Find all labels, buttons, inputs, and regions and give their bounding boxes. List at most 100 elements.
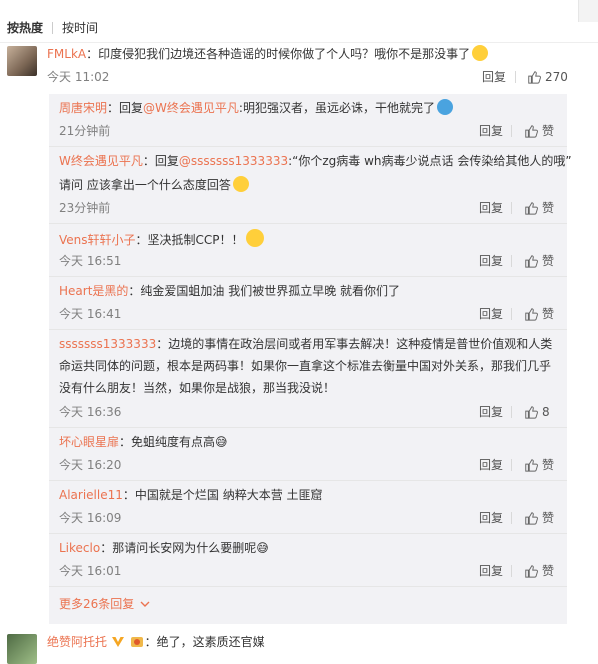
reply-button[interactable]: 回复 <box>482 69 506 85</box>
action-separator <box>515 71 516 83</box>
reply-button[interactable]: 回复 <box>479 253 503 269</box>
more-replies-label: 更多26条回复 <box>59 597 135 611</box>
sub-replies-panel: 周唐宋明：回复@W终会遇见平凡:明犯强汉者，虽远必诛，干他就完了 21分钟前 W… <box>49 94 572 624</box>
thumbs-up-icon <box>525 406 538 419</box>
sub-comment-text-line: Likeclo：那请问长安网为什么要删呢😅 <box>59 539 269 557</box>
sub-comment-text: 没有什么朋友！当然，如果你是战狼，那当我没说！ <box>59 381 336 395</box>
sub-comment-text-line: 周唐宋明：回复@W终会遇见平凡:明犯强汉者，虽远必诛，干他就完了 <box>59 99 453 117</box>
like-button[interactable]: 赞 <box>524 457 554 473</box>
action-separator <box>511 308 512 320</box>
sub-comment-time: 今天 16:51 <box>59 254 122 268</box>
like-label: 赞 <box>542 511 555 525</box>
divider <box>49 329 567 330</box>
comment-text: ：绝了，这素质还官媒 <box>144 635 265 649</box>
verified-v-icon <box>111 637 124 647</box>
thumbs-up-icon <box>525 308 538 321</box>
sub-comment-time: 今天 16:20 <box>59 458 122 472</box>
sub-comment-text: ：坚决抵制CCP！！ <box>135 233 244 247</box>
sub-comment-time: 23分钟前 <box>59 201 111 215</box>
avatar[interactable] <box>7 46 37 76</box>
like-count: 8 <box>542 405 550 419</box>
smile-emoji-icon <box>245 229 264 247</box>
sub-comment-text-line: 命运共同体的问题，根本是两码事！如果你一直拿这个标准去衡量中国对外关系，那我们几… <box>59 357 551 375</box>
thumbs-up-icon <box>525 255 538 268</box>
mention-link[interactable]: @sssssss1333333 <box>179 154 288 168</box>
like-label: 赞 <box>542 254 555 268</box>
reply-button[interactable]: 回复 <box>479 306 503 322</box>
sub-comment-text-line: 请问 应该拿出一个什么态度回答 <box>59 176 249 194</box>
action-separator <box>511 255 512 267</box>
sub-comment-username[interactable]: 坏心眼星扉 <box>59 435 119 449</box>
sub-comment-username[interactable]: Vens轩轩小子 <box>59 233 136 247</box>
action-separator <box>511 406 512 418</box>
comment-text-line: 绝赞阿托托 ：绝了，这素质还官媒 <box>47 633 265 651</box>
like-button[interactable]: 赞 <box>524 200 554 216</box>
thumbs-up-icon <box>525 125 538 138</box>
sub-comment-text-line: 没有什么朋友！当然，如果你是战狼，那当我没说！ <box>59 379 335 397</box>
reply-button[interactable]: 回复 <box>479 457 503 473</box>
thumbs-up-icon <box>525 459 538 472</box>
sub-comment-time: 今天 16:01 <box>59 564 122 578</box>
reply-prefix: ：回复 <box>107 101 144 115</box>
tab-by-hot[interactable]: 按热度 <box>7 20 43 36</box>
scrollbar[interactable] <box>578 0 598 22</box>
reply-button[interactable]: 回复 <box>479 123 503 139</box>
action-separator <box>511 512 512 524</box>
comment-text: ：印度侵犯我们边境还各种造谣的时候你做了个人吗？哦你不是那没事了 <box>86 47 471 61</box>
like-label: 赞 <box>542 564 555 578</box>
sub-comment-username[interactable]: W终会遇见平凡 <box>59 154 143 168</box>
thumbs-up-icon <box>525 512 538 525</box>
comment-username[interactable]: 绝赞阿托托 <box>47 635 107 649</box>
action-separator <box>511 202 512 214</box>
divider <box>49 223 567 224</box>
action-separator <box>511 565 512 577</box>
like-button[interactable]: 赞 <box>524 123 554 139</box>
avatar[interactable] <box>7 634 37 664</box>
sub-comment-text-line: sssssss1333333：边境的事情在政治层间或者用军事去解决！这种疫情是普… <box>59 335 552 353</box>
sub-comment-time: 今天 16:36 <box>59 405 122 419</box>
thumbs-up-icon <box>525 202 538 215</box>
divider <box>49 146 567 147</box>
sub-comment-text-line: Vens轩轩小子：坚决抵制CCP！！ <box>59 229 264 249</box>
like-button[interactable]: 赞 <box>524 306 554 322</box>
like-label: 赞 <box>542 458 555 472</box>
reply-button[interactable]: 回复 <box>479 563 503 579</box>
sort-tabs: 按热度 按时间 <box>0 0 598 43</box>
thumbs-up-icon <box>528 71 541 84</box>
sub-comment-username[interactable]: sssssss1333333 <box>59 337 156 351</box>
sub-comment-username[interactable]: Likeclo <box>59 541 100 555</box>
tab-by-time[interactable]: 按时间 <box>62 20 98 36</box>
comment-username[interactable]: FMLkA <box>47 47 86 61</box>
sub-comment-username[interactable]: 周唐宋明 <box>59 101 107 115</box>
sub-comment-text: 请问 应该拿出一个什么态度回答 <box>59 178 231 192</box>
more-replies-link[interactable]: 更多26条回复 <box>59 596 150 612</box>
sub-comment-text: ：纯金爱国蛆加油 我们被世界孤立早晚 就看你们了 <box>128 284 401 298</box>
like-button[interactable]: 270 <box>527 69 568 85</box>
like-button[interactable]: 赞 <box>524 510 554 526</box>
like-button[interactable]: 赞 <box>524 563 554 579</box>
sub-comment-text: :“你个zg病毒 wh病毒少说点话 会传染给其他人的哦” <box>288 154 572 168</box>
tab-separator <box>52 22 53 34</box>
like-label: 赞 <box>542 124 555 138</box>
like-button[interactable]: 8 <box>524 404 550 420</box>
sub-comment-text: ：那请问长安网为什么要删呢😅 <box>100 541 269 555</box>
divider <box>49 427 567 428</box>
reply-button[interactable]: 回复 <box>479 200 503 216</box>
action-separator <box>511 459 512 471</box>
reply-button[interactable]: 回复 <box>479 404 503 420</box>
comment-text-line: FMLkA：印度侵犯我们边境还各种造谣的时候你做了个人吗？哦你不是那没事了 <box>47 45 489 63</box>
sub-comment-time: 21分钟前 <box>59 124 111 138</box>
sub-comment-text-line: Alarielle11：中国就是个烂国 纳粹大本营 土匪窟 <box>59 486 323 504</box>
like-button[interactable]: 赞 <box>524 253 554 269</box>
sub-comment-time: 今天 16:09 <box>59 511 122 525</box>
sub-comment-text: :明犯强汉者，虽远必诛，干他就完了 <box>238 101 435 115</box>
divider <box>49 480 567 481</box>
sub-comment-text: ：中国就是个烂国 纳粹大本营 土匪窟 <box>122 488 323 502</box>
like-label: 赞 <box>542 307 555 321</box>
badge-icon <box>130 637 143 647</box>
mention-link[interactable]: @W终会遇见平凡 <box>143 101 239 115</box>
reply-button[interactable]: 回复 <box>479 510 503 526</box>
sub-comment-username[interactable]: Alarielle11 <box>59 488 123 502</box>
sub-comment-username[interactable]: Heart是黑的 <box>59 284 128 298</box>
reply-prefix: ：回复 <box>142 154 179 168</box>
